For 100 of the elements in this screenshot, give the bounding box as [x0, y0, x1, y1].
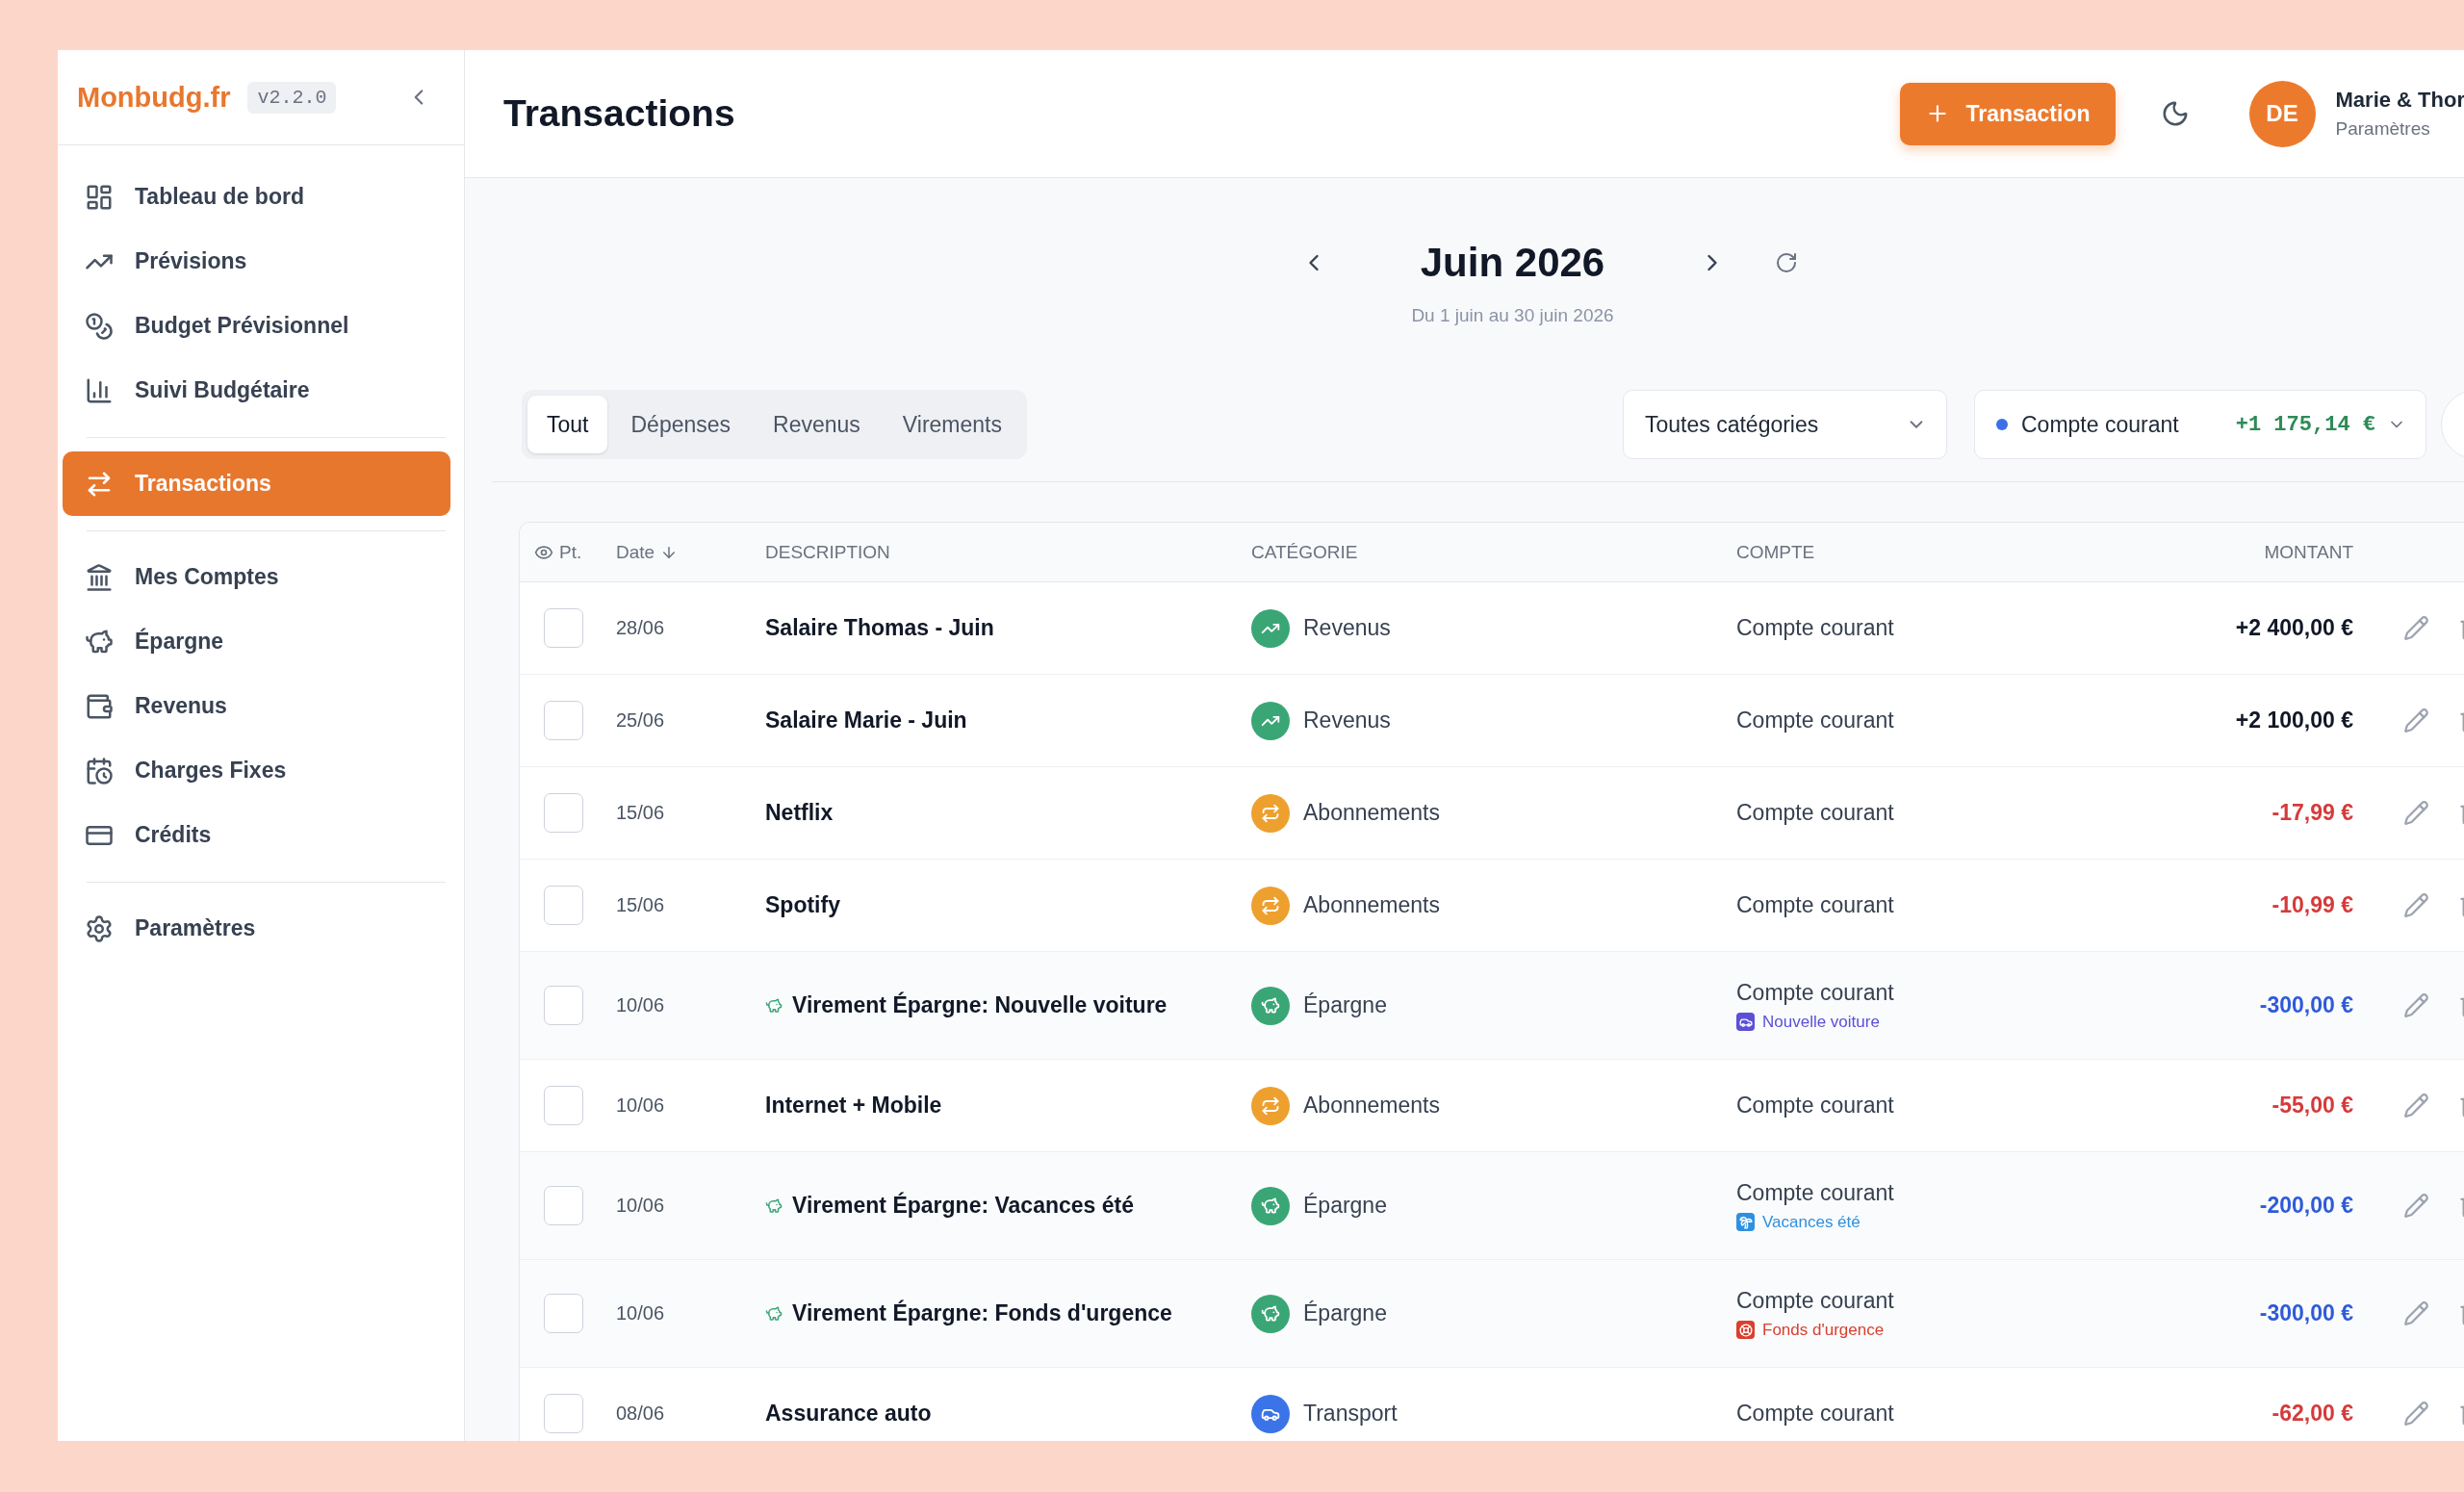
account-text: Compte courant — [1736, 1179, 1894, 1206]
date-text: 08/06 — [616, 1402, 665, 1425]
amount-text: +2 400,00 € — [2235, 615, 2353, 641]
filter-tab[interactable]: Revenus — [754, 396, 880, 453]
account-text: Compte courant — [1736, 892, 1894, 918]
column-header: Pt. — [559, 541, 582, 563]
nav-item[interactable]: Budget Prévisionnel — [63, 294, 450, 358]
goal-text: Nouvelle voiture — [1762, 1012, 1880, 1032]
balance-amount: +1 175,14 € — [2235, 412, 2375, 437]
pencil-icon[interactable] — [2403, 707, 2429, 733]
account-text: Compte courant — [1736, 1401, 1894, 1427]
date-text: 10/06 — [616, 1094, 665, 1117]
category-text: Épargne — [1303, 1300, 1387, 1326]
checkbox[interactable] — [544, 608, 583, 648]
date-text: 10/06 — [616, 994, 665, 1016]
column-header: MONTANT — [2264, 541, 2353, 563]
nav-item[interactable]: Crédits — [63, 803, 450, 867]
category-text: Abonnements — [1303, 892, 1440, 918]
pencil-icon[interactable] — [2403, 800, 2429, 826]
nav-item[interactable]: Mes Comptes — [63, 545, 450, 609]
checkbox[interactable] — [544, 793, 583, 833]
account-text: Compte courant — [1736, 707, 1894, 733]
bank-building-icon — [85, 562, 114, 592]
nav-item[interactable]: Prévisions — [63, 229, 450, 294]
description-text: Virement Épargne: Nouvelle voiture — [792, 992, 1168, 1018]
nav-item[interactable]: Suivi Budgétaire — [63, 358, 450, 423]
pencil-icon[interactable] — [2403, 1401, 2429, 1427]
description-text: Virement Épargne: Fonds d'urgence — [792, 1300, 1172, 1326]
account-select[interactable]: Compte courant +1 175,14 € — [1974, 390, 2426, 459]
pencil-icon[interactable] — [2403, 892, 2429, 918]
category-text: Revenus — [1303, 707, 1391, 733]
description-text: Salaire Thomas - Juin — [765, 615, 994, 641]
nav-item[interactable]: Tableau de bord — [63, 165, 450, 229]
amount-text: -300,00 € — [2259, 1300, 2353, 1326]
pencil-icon[interactable] — [2403, 1300, 2429, 1326]
refresh-icon[interactable] — [1774, 251, 1798, 274]
goal-text: Vacances été — [1762, 1212, 1861, 1232]
page-title: Transactions — [503, 92, 735, 135]
category-text: Abonnements — [1303, 800, 1440, 826]
checkbox[interactable] — [544, 1186, 583, 1225]
account-text: Compte courant — [1736, 979, 1894, 1006]
category-text: Revenus — [1303, 615, 1391, 641]
amount-text: -300,00 € — [2259, 992, 2353, 1018]
category-text: Épargne — [1303, 992, 1387, 1018]
date-text: 28/06 — [616, 617, 665, 639]
pencil-icon[interactable] — [2403, 615, 2429, 641]
description-text: Virement Épargne: Vacances été — [792, 1193, 1134, 1219]
description-text: Assurance auto — [765, 1401, 932, 1427]
filter-tab[interactable]: Dépenses — [611, 396, 751, 453]
goal-text: Fonds d'urgence — [1762, 1320, 1885, 1340]
date-text: 10/06 — [616, 1302, 665, 1325]
pencil-icon[interactable] — [2403, 992, 2429, 1018]
nav-item[interactable]: Revenus — [63, 674, 450, 738]
category-text: Transport — [1303, 1401, 1398, 1427]
user-name: Marie & Thor — [2335, 88, 2464, 113]
period-range: Du 1 juin au 30 juin 2026 — [1411, 304, 1614, 327]
category-text: Épargne — [1303, 1193, 1387, 1219]
piggy-bank-icon — [765, 996, 783, 1015]
account-text: Compte courant — [1736, 615, 1894, 641]
amount-text: +2 100,00 € — [2235, 707, 2353, 733]
checkbox[interactable] — [544, 701, 583, 740]
description-text: Internet + Mobile — [765, 1093, 942, 1119]
piggy-bank-icon — [765, 1304, 783, 1323]
checkbox[interactable] — [544, 1394, 583, 1433]
description-text: Spotify — [765, 892, 840, 918]
nav-item[interactable]: Épargne — [63, 609, 450, 674]
pencil-icon[interactable] — [2403, 1193, 2429, 1219]
coins-icon — [85, 311, 114, 341]
category-select[interactable]: Toutes catégories — [1623, 390, 1947, 459]
column-header: Date — [616, 541, 655, 563]
amount-text: -200,00 € — [2259, 1193, 2353, 1219]
description-text: Netflix — [765, 800, 834, 826]
amount-text: -17,99 € — [2272, 800, 2353, 826]
date-text: 25/06 — [616, 709, 665, 732]
filter-tab[interactable]: Tout — [527, 396, 608, 453]
filter-tab[interactable]: Virements — [883, 396, 1021, 453]
column-header: COMPTE — [1736, 541, 1815, 563]
amount-text: -55,00 € — [2272, 1093, 2353, 1119]
calendar-clock-icon — [85, 756, 114, 785]
settings-icon — [85, 913, 114, 943]
checkbox[interactable] — [544, 986, 583, 1025]
settings-link[interactable]: Paramètres — [2335, 118, 2430, 140]
pencil-icon[interactable] — [2403, 1093, 2429, 1119]
nav-item[interactable]: Charges Fixes — [63, 738, 450, 803]
nav-item[interactable]: Paramètres — [63, 896, 450, 961]
date-text: 15/06 — [616, 894, 665, 916]
date-text: 10/06 — [616, 1195, 665, 1217]
column-header: DESCRIPTION — [765, 541, 890, 563]
piggy-bank-icon — [765, 1196, 783, 1215]
checkbox[interactable] — [544, 886, 583, 925]
date-text: 15/06 — [616, 802, 665, 824]
account-text: Compte courant — [1736, 800, 1894, 826]
logo: Monbudg.fr — [77, 81, 231, 114]
checkbox[interactable] — [544, 1086, 583, 1125]
account-text: Compte courant — [1736, 1093, 1894, 1119]
version-tag: v2.2.0 — [247, 81, 337, 114]
account-text: Compte courant — [1736, 1287, 1894, 1314]
checkbox[interactable] — [544, 1294, 583, 1333]
amount-text: -62,00 € — [2272, 1401, 2353, 1427]
amount-text: -10,99 € — [2272, 892, 2353, 918]
